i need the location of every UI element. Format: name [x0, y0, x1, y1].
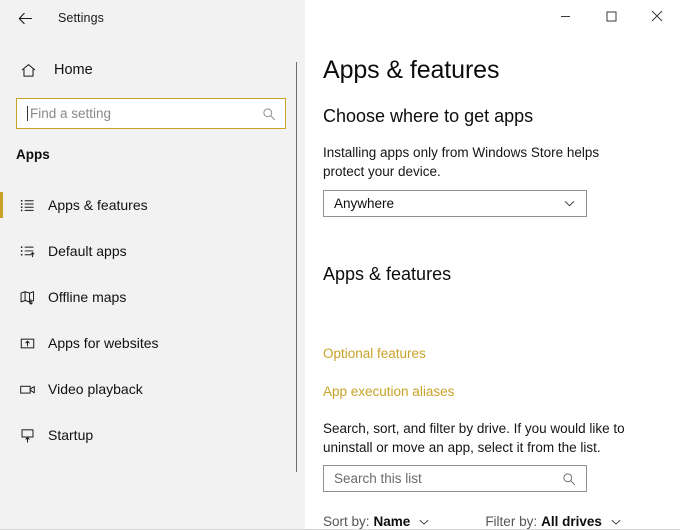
selection-accent-bar	[0, 422, 3, 448]
chevron-down-icon	[610, 516, 622, 528]
sidebar-group-heading: Apps	[16, 147, 50, 162]
page-title: Apps & features	[323, 56, 500, 84]
settings-window: Settings Home Find a setting Apps Apps &…	[0, 0, 680, 530]
sidebar-item-offline-maps[interactable]: Offline maps	[0, 284, 290, 310]
app-list-search-input[interactable]	[324, 471, 562, 486]
close-button[interactable]	[634, 0, 680, 32]
sidebar-item-label: Offline maps	[48, 289, 127, 305]
back-arrow-icon[interactable]	[6, 2, 44, 34]
selection-accent-bar	[0, 330, 3, 356]
monitor-arrow-up-icon	[10, 427, 44, 444]
selection-accent-bar	[0, 376, 3, 402]
map-download-icon	[10, 289, 44, 306]
sort-by-label: Sort by:	[323, 514, 370, 529]
selection-accent-bar	[0, 284, 3, 310]
selection-accent-bar	[0, 192, 3, 218]
search-icon[interactable]	[562, 472, 576, 486]
link-optional-features[interactable]: Optional features	[323, 346, 426, 361]
sort-by-dropdown[interactable]: Sort by: Name	[323, 514, 430, 529]
app-source-dropdown[interactable]: Anywhere	[323, 190, 587, 217]
chevron-down-icon	[563, 197, 576, 210]
filter-by-label: Filter by:	[485, 514, 538, 529]
app-list-description: Search, sort, and filter by drive. If yo…	[323, 421, 625, 455]
sidebar-item-startup[interactable]: Startup	[0, 422, 290, 448]
list-arrow-icon	[10, 243, 44, 260]
sidebar-item-home[interactable]: Home	[0, 55, 290, 85]
list-controls-row: Sort by: Name Filter by: All drives	[323, 514, 622, 529]
search-icon[interactable]	[262, 107, 276, 121]
sidebar-item-video-playback[interactable]: Video playback	[0, 376, 290, 402]
home-icon	[8, 62, 48, 79]
maximize-button[interactable]	[588, 0, 634, 32]
filter-by-value: All drives	[541, 514, 602, 529]
video-camera-icon	[10, 381, 44, 398]
sidebar-scrollbar[interactable]	[296, 62, 297, 472]
sidebar-item-label: Video playback	[48, 381, 143, 397]
choose-apps-description: Installing apps only from Windows Store …	[323, 145, 600, 179]
sidebar-item-label-home: Home	[54, 62, 93, 78]
search-input[interactable]	[28, 106, 262, 121]
chevron-down-icon	[418, 516, 430, 528]
search-this-list-box[interactable]	[323, 465, 587, 492]
sidebar-item-apps-features[interactable]: Apps & features	[0, 192, 290, 218]
selection-accent-bar	[0, 238, 3, 264]
sidebar-item-label: Default apps	[48, 243, 127, 259]
apps-features-section-heading: Apps & features	[323, 264, 452, 284]
app-title: Settings	[58, 11, 104, 25]
find-a-setting-box[interactable]	[16, 98, 286, 129]
sidebar-item-label: Apps for websites	[48, 335, 159, 351]
app-source-dropdown-value: Anywhere	[334, 196, 395, 211]
window-controls	[542, 0, 680, 32]
sidebar-item-label: Startup	[48, 427, 94, 443]
choose-apps-heading: Choose where to get apps	[323, 106, 534, 126]
link-app-execution-aliases[interactable]: App execution aliases	[323, 384, 454, 399]
sidebar-item-default-apps[interactable]: Default apps	[0, 238, 290, 264]
sidebar-item-apps-for-websites[interactable]: Apps for websites	[0, 330, 290, 356]
minimize-button[interactable]	[542, 0, 588, 32]
sidebar-nav-list: Apps & features Default apps Offline map…	[0, 192, 290, 468]
filter-by-dropdown[interactable]: Filter by: All drives	[485, 514, 622, 529]
title-bar: Settings	[0, 0, 680, 36]
sidebar-item-label: Apps & features	[48, 197, 148, 213]
list-bullets-icon	[10, 197, 44, 214]
sort-by-value: Name	[373, 514, 411, 529]
box-arrow-up-icon	[10, 335, 44, 352]
main-content: Apps & features Choose where to get apps…	[305, 36, 680, 530]
